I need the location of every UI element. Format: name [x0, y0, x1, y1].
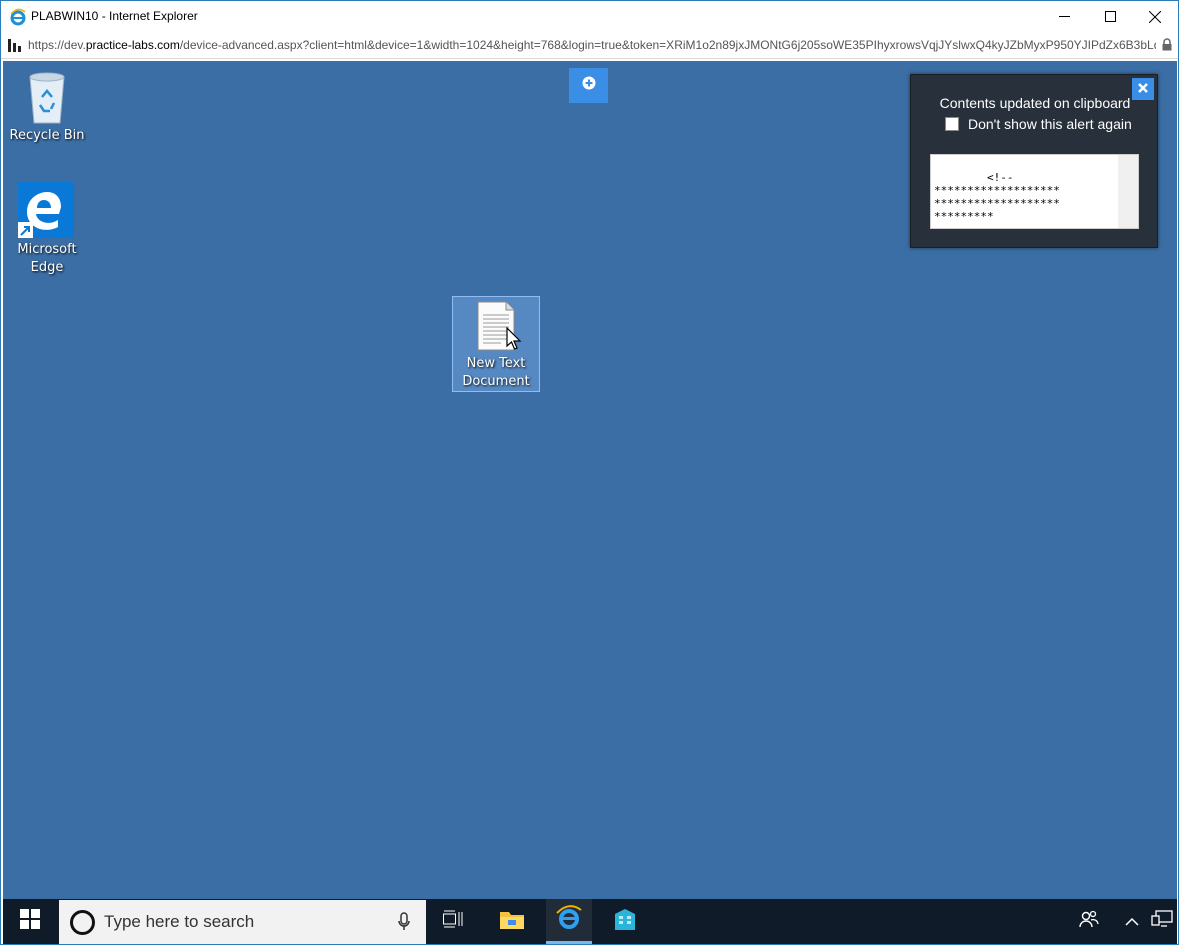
network-icon: [1151, 910, 1173, 933]
dont-show-again-label: Don't show this alert again: [968, 116, 1132, 132]
windows-logo-icon: [20, 909, 40, 934]
file-explorer-icon: [499, 908, 525, 935]
ie-window: PLABWIN10 - Internet Explorer https://de…: [0, 0, 1179, 945]
toolbar-expand-button[interactable]: [569, 68, 608, 103]
clipboard-notification: Contents updated on clipboard Don't show…: [910, 74, 1158, 248]
dont-show-again-row[interactable]: Don't show this alert again: [945, 116, 1132, 132]
network-button[interactable]: [1147, 899, 1177, 944]
taskbar: Type here to search: [3, 899, 1177, 944]
lock-icon[interactable]: [1162, 38, 1172, 56]
server-manager-icon: [612, 906, 638, 937]
text-document-icon: [453, 297, 539, 355]
clipboard-scrollbar[interactable]: [1118, 155, 1138, 228]
task-view-button[interactable]: [430, 899, 476, 944]
internet-explorer-icon: [555, 904, 583, 936]
scroll-down-icon[interactable]: [1122, 199, 1138, 228]
task-view-icon: [443, 910, 463, 933]
desktop-icon-microsoft-edge[interactable]: Microsoft Edge: [3, 181, 91, 277]
desktop-icon-label: New Text Document: [462, 356, 530, 389]
recycle-bin-icon: [3, 71, 91, 127]
people-button[interactable]: [1069, 899, 1109, 944]
close-button[interactable]: [1132, 1, 1178, 32]
server-manager-button[interactable]: [602, 899, 648, 944]
clipboard-content-text: <!-- ******************* ***************…: [934, 171, 1060, 223]
desktop-icon-label: Recycle Bin: [9, 128, 85, 143]
clipboard-content-textarea[interactable]: <!-- ******************* ***************…: [930, 154, 1139, 229]
clipboard-heading: Contents updated on clipboard: [939, 95, 1131, 111]
microphone-icon[interactable]: [398, 912, 410, 937]
people-icon: [1079, 910, 1099, 933]
mouse-cursor-icon: [506, 326, 522, 356]
address-bar[interactable]: https://dev.practice-labs.com/device-adv…: [1, 32, 1178, 59]
cortana-icon: [70, 910, 95, 935]
url-prefix: https://dev.: [28, 38, 86, 52]
url-path: /device-advanced.aspx?client=html&device…: [179, 38, 1156, 52]
window-title: PLABWIN10 - Internet Explorer: [31, 9, 198, 23]
chevron-up-icon: [1125, 913, 1139, 931]
edge-icon: [3, 181, 91, 241]
url-domain: practice-labs.com: [85, 38, 180, 52]
file-explorer-button[interactable]: [489, 899, 535, 944]
desktop-icon-new-text-document[interactable]: New Text Document: [452, 296, 540, 392]
internet-explorer-taskbar-button[interactable]: [546, 899, 592, 944]
show-hidden-icons-button[interactable]: [1115, 899, 1149, 944]
search-placeholder: Type here to search: [104, 912, 255, 931]
url-text[interactable]: https://dev.practice-labs.com/device-adv…: [28, 38, 1156, 52]
desktop-icon-recycle-bin[interactable]: Recycle Bin: [3, 71, 91, 145]
desktop-icon-label: Microsoft Edge: [17, 242, 77, 275]
plus-circle-icon: [582, 76, 596, 95]
minimize-button[interactable]: [1041, 1, 1087, 32]
dont-show-again-checkbox[interactable]: [945, 117, 959, 131]
maximize-button[interactable]: [1087, 1, 1133, 32]
internet-explorer-icon: [9, 8, 27, 26]
title-bar[interactable]: PLABWIN10 - Internet Explorer: [1, 1, 1178, 32]
taskbar-search-box[interactable]: Type here to search: [59, 900, 426, 944]
site-favicon-icon: [7, 37, 23, 53]
start-button[interactable]: [3, 899, 57, 944]
remote-desktop[interactable]: Recycle Bin Microsoft Edge New Text Docu…: [3, 61, 1177, 899]
